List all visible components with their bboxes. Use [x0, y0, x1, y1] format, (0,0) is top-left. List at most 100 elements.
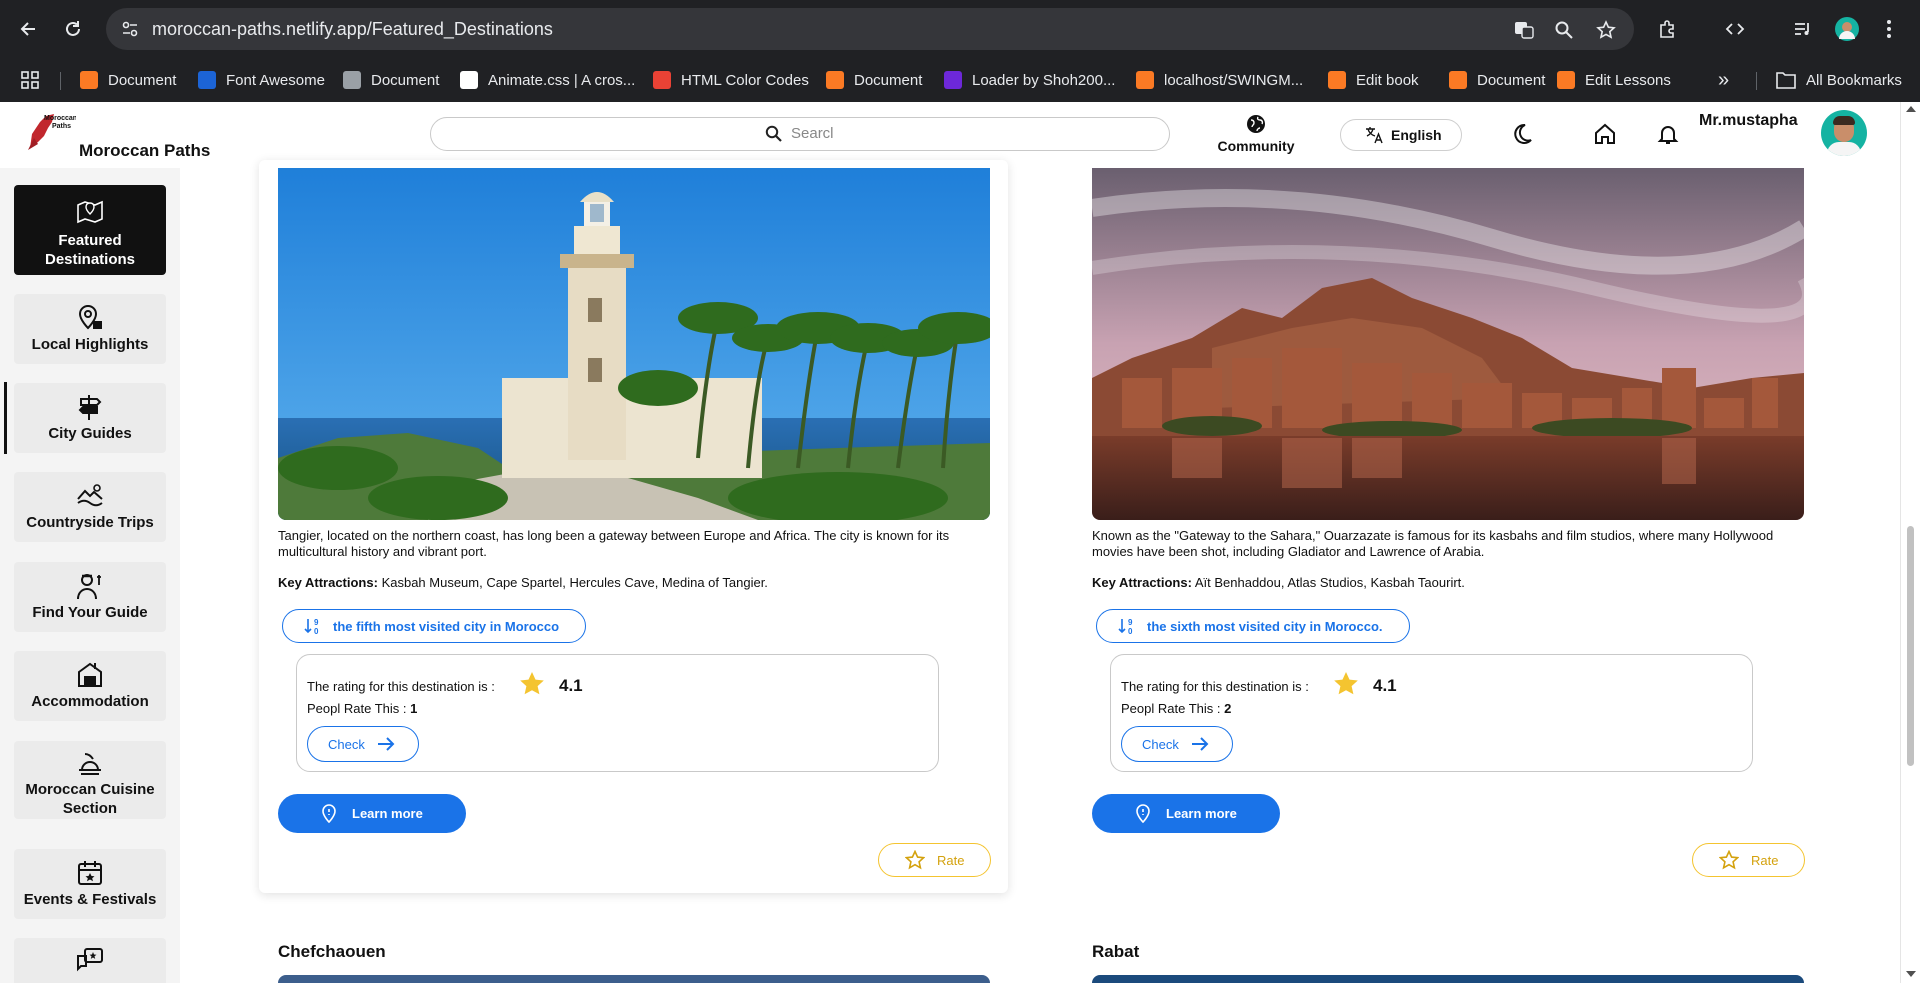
rank-badge[interactable]: 90 the sixth most visited city in Morocc…	[1096, 609, 1410, 643]
sidebar-item-featured-destinations[interactable]: Featured Destinations	[14, 185, 166, 275]
url-text: moroccan-paths.netlify.app/Featured_Dest…	[152, 19, 553, 39]
arrow-right-icon	[377, 737, 395, 751]
site-settings-icon[interactable]	[120, 19, 140, 39]
bookmark-item[interactable]: Document	[1449, 68, 1545, 92]
cuisine-icon	[75, 750, 105, 780]
guide-icon	[75, 571, 105, 601]
xampp-icon	[1449, 71, 1467, 89]
key-attractions-list: Aït Benhaddou, Atlas Studios, Kasbah Tao…	[1194, 575, 1465, 590]
learn-more-button[interactable]: Learn more	[278, 794, 466, 833]
language-selector[interactable]: English	[1340, 119, 1462, 151]
rate-button[interactable]: Rate	[878, 843, 991, 877]
tangier-lighthouse-image	[278, 168, 990, 520]
user-avatar[interactable]	[1821, 110, 1867, 156]
sidebar-item-events-festivals[interactable]: Events & Festivals	[14, 849, 166, 919]
back-icon[interactable]	[14, 14, 44, 44]
media-icon[interactable]	[1788, 14, 1818, 44]
rate-button[interactable]: Rate	[1692, 843, 1805, 877]
bookmark-item[interactable]: localhost/SWINGM...	[1136, 68, 1303, 92]
username[interactable]: Mr.mustapha	[1699, 112, 1798, 130]
sidebar-item-find-your-guide[interactable]: Find Your Guide	[14, 562, 166, 632]
site-logo[interactable]: Moroccan Paths	[24, 108, 77, 152]
bookmark-item[interactable]: Animate.css | A cros...	[460, 68, 635, 92]
bookmarks-divider	[60, 72, 61, 90]
search-input[interactable]: Searcl	[430, 117, 1170, 151]
rating-box: The rating for this destination is : 4.1…	[296, 654, 939, 772]
bookmark-item[interactable]: Document	[343, 68, 439, 92]
reload-icon[interactable]	[58, 14, 88, 44]
bookmarks-bar: Document Font Awesome Document Animate.c…	[0, 58, 1920, 103]
brand-name[interactable]: Moroccan Paths	[79, 141, 210, 161]
bookmark-item[interactable]: Loader by Shoh200...	[944, 68, 1115, 92]
translate-icon	[1365, 126, 1383, 149]
destination-description: Tangier, located on the northern coast, …	[278, 528, 950, 559]
community-link[interactable]: Community	[1216, 114, 1296, 158]
people-rated-count: 2	[1224, 701, 1232, 716]
bookmark-item[interactable]: Edit book	[1328, 68, 1419, 92]
sidebar-item-local-highlights[interactable]: Local Highlights	[14, 294, 166, 364]
apps-grid-icon[interactable]	[20, 68, 40, 92]
dark-mode-icon[interactable]	[1510, 122, 1534, 146]
bookmark-item[interactable]: Document	[826, 68, 922, 92]
translate-icon[interactable]	[1514, 20, 1534, 40]
bookmark-star-icon[interactable]	[1596, 20, 1616, 40]
signpost-icon	[75, 392, 105, 422]
key-attractions: Key Attractions: Kasbah Museum, Cape Spa…	[278, 575, 768, 590]
bookmarks-divider	[1756, 72, 1757, 90]
notification-bell-icon[interactable]	[1656, 122, 1680, 146]
learn-more-button[interactable]: Learn more	[1092, 794, 1280, 833]
city-title-chefchaouen: Chefchaouen	[278, 942, 386, 961]
rabat-image	[1092, 975, 1804, 983]
all-bookmarks-button[interactable]: All Bookmarks	[1776, 68, 1902, 92]
scrollbar-thumb[interactable]	[1907, 526, 1914, 766]
language-label: English	[1391, 127, 1442, 143]
people-rated: Peopl Rate This : 2	[1121, 701, 1232, 716]
scroll-down-icon[interactable]	[1906, 971, 1916, 977]
scroll-up-icon[interactable]	[1906, 106, 1916, 112]
chat-icon	[75, 946, 105, 976]
sidebar-item-accommodation[interactable]: Accommodation	[14, 651, 166, 721]
bookmark-item[interactable]: HTML Color Codes	[653, 68, 809, 92]
bookmark-item[interactable]: Document	[80, 68, 176, 92]
sidebar-item-city-guides[interactable]: City Guides	[14, 383, 166, 453]
extensions-icon[interactable]	[1652, 14, 1682, 44]
star-icon	[519, 671, 545, 697]
rating-value: 4.1	[559, 676, 583, 695]
folder-icon	[1776, 72, 1796, 89]
star-icon	[1333, 671, 1359, 697]
more-bookmarks-button[interactable]: »	[1718, 68, 1729, 92]
sidebar-item-reviews[interactable]	[14, 938, 166, 983]
people-rated: Peopl Rate This : 1	[307, 701, 418, 716]
map-pin-icon	[1134, 803, 1152, 824]
zoom-icon[interactable]	[1554, 20, 1574, 40]
svg-text:9: 9	[1128, 618, 1133, 627]
xampp-icon	[1136, 71, 1154, 89]
sort-numeric-icon: 90	[1117, 616, 1137, 636]
svg-text:0: 0	[314, 627, 319, 636]
browser-menu-icon[interactable]	[1874, 14, 1904, 44]
bookmark-item[interactable]: Edit Lessons	[1557, 68, 1671, 92]
xampp-icon	[1328, 71, 1346, 89]
check-button[interactable]: Check	[1121, 726, 1233, 762]
xampp-icon	[1557, 71, 1575, 89]
sidebar-item-countryside-trips[interactable]: Countryside Trips	[14, 472, 166, 542]
home-icon[interactable]	[1593, 122, 1617, 146]
bookmark-item[interactable]: Font Awesome	[198, 68, 325, 92]
check-button[interactable]: Check	[307, 726, 419, 762]
svg-text:Moroccan: Moroccan	[44, 115, 76, 122]
key-attractions-label: Key Attractions:	[1092, 575, 1192, 590]
ouarzazate-kasbah-image	[1092, 168, 1804, 520]
svg-text:9: 9	[314, 618, 319, 627]
svg-text:Paths: Paths	[52, 123, 71, 130]
community-label: Community	[1217, 138, 1295, 154]
address-bar[interactable]: moroccan-paths.netlify.app/Featured_Dest…	[106, 8, 1634, 50]
search-placeholder: Searcl	[791, 125, 834, 142]
page-scrollbar[interactable]	[1900, 102, 1920, 983]
devtools-icon[interactable]	[1720, 14, 1750, 44]
rank-badge[interactable]: 90 the fifth most visited city in Morocc…	[282, 609, 586, 643]
profile-avatar-icon[interactable]	[1832, 14, 1862, 44]
sidebar-item-moroccan-cuisine[interactable]: Moroccan Cuisine Section	[14, 741, 166, 819]
calendar-icon	[75, 858, 105, 888]
location-pin-icon	[75, 303, 105, 333]
rating-label: The rating for this destination is :	[1121, 679, 1309, 694]
